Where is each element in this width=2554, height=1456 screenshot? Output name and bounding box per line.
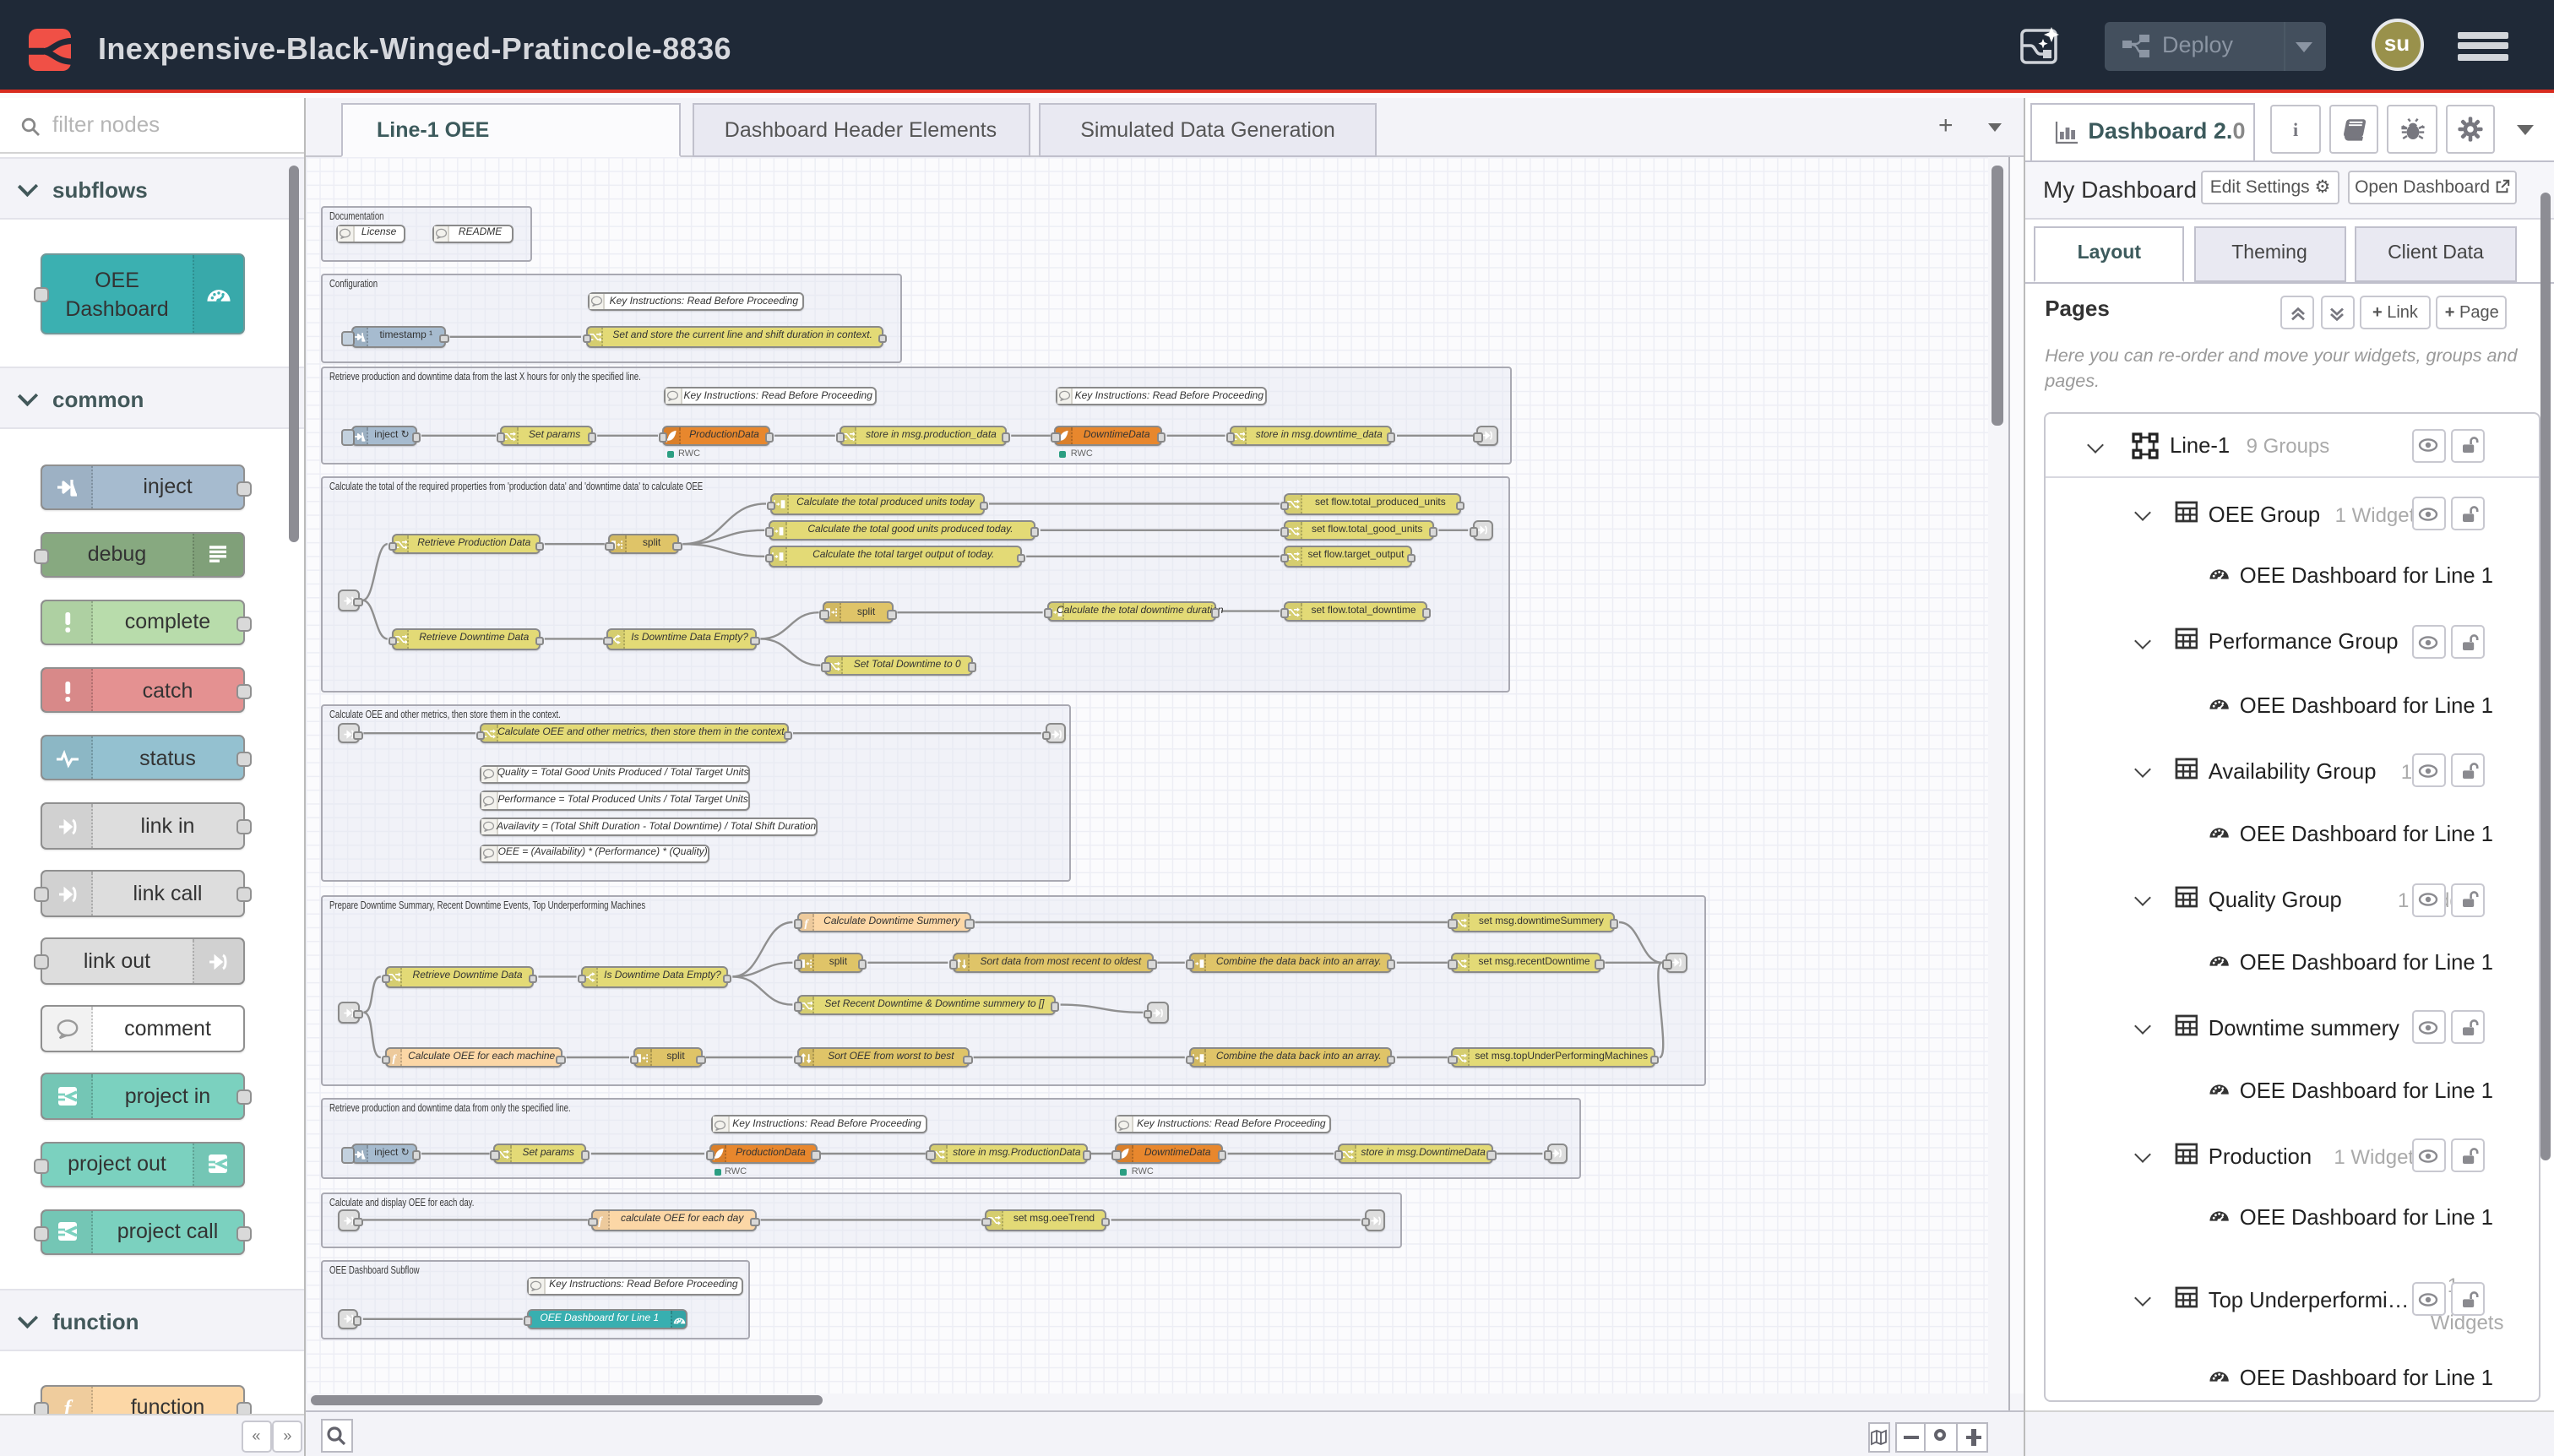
svg-text:f: f [392,1051,397,1064]
svg-text:f: f [599,1214,604,1227]
svg-text:f: f [804,916,809,929]
svg-text:i: i [2292,120,2297,141]
